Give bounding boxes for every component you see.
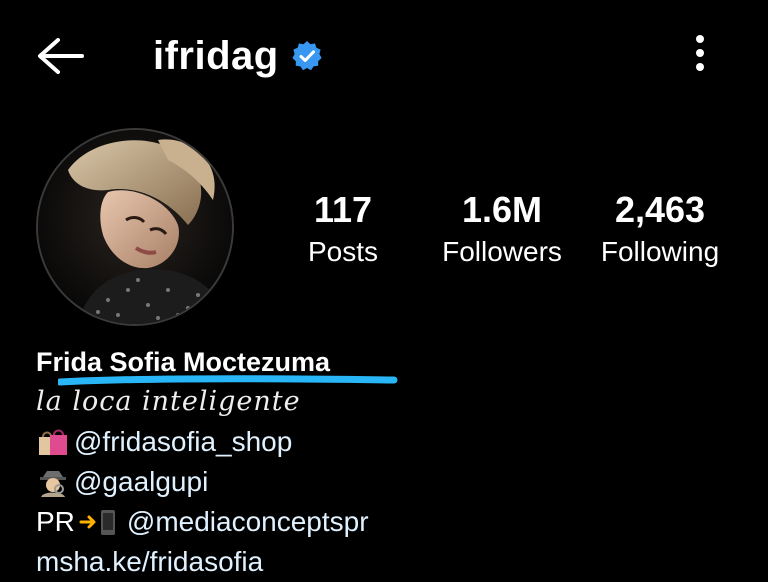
- bio-line-pr: PR @mediaconceptspr: [36, 502, 736, 542]
- followers-stat[interactable]: 1.6M Followers: [428, 190, 576, 274]
- back-button[interactable]: [30, 28, 90, 84]
- bio-line-website: msha.ke/fridasofia: [36, 542, 736, 582]
- followers-label: Followers: [442, 236, 562, 267]
- shop-mention-link[interactable]: @fridasofia_shop: [74, 422, 292, 462]
- bio-tagline: la loca inteligente: [36, 386, 301, 417]
- posts-count: 117: [313, 189, 373, 230]
- verified-badge-icon: [291, 40, 323, 72]
- following-label: Following: [600, 236, 720, 267]
- bio-line-shop: @fridasofia_shop: [36, 422, 736, 462]
- shopping-bags-icon: [36, 426, 70, 458]
- detective-mention-link[interactable]: @gaalgupi: [74, 462, 208, 502]
- following-stat[interactable]: 2,463 Following: [590, 190, 730, 274]
- profile-bio: Frida Sofia Moctezuma la loca inteligent…: [36, 342, 736, 582]
- posts-label: Posts: [307, 236, 379, 267]
- username-header: ifridag: [153, 28, 323, 84]
- detective-icon: [36, 466, 70, 498]
- pr-prefix: PR: [36, 506, 75, 537]
- followers-count: 1.6M: [461, 189, 543, 230]
- profile-stats: 117 Posts 1.6M Followers 2,463 Following: [0, 190, 768, 280]
- more-options-button[interactable]: [680, 28, 720, 78]
- posts-stat[interactable]: 117 Posts: [288, 190, 398, 274]
- vertical-dots-icon: [696, 35, 704, 71]
- website-link[interactable]: msha.ke/fridasofia: [36, 542, 263, 582]
- pr-mention-link[interactable]: @mediaconceptspr: [127, 502, 369, 542]
- username: ifridag: [153, 33, 279, 78]
- highlight-underline: [58, 375, 398, 386]
- bio-line-detective: @gaalgupi: [36, 462, 736, 502]
- top-bar: ifridag: [0, 0, 768, 110]
- following-count: 2,463: [614, 189, 706, 230]
- arrow-left-icon: [38, 38, 84, 74]
- arrow-phone-icon: [79, 506, 123, 538]
